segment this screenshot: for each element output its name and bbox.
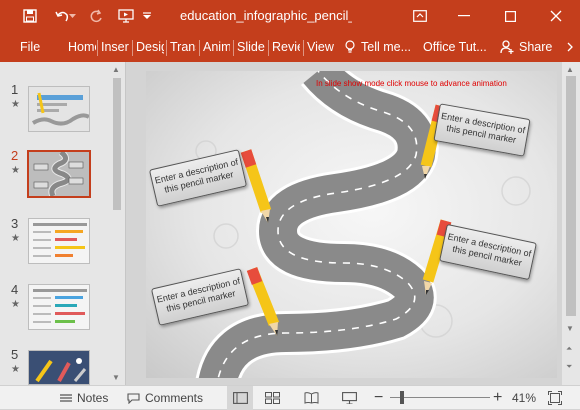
share-person-icon (500, 40, 514, 54)
zoom-slider-thumb[interactable] (400, 391, 404, 404)
comments-button[interactable]: Comments (127, 386, 203, 410)
scroll-up-arrow-icon[interactable]: ▲ (112, 65, 120, 74)
animation-star-icon: ★ (11, 233, 20, 244)
scroll-up-arrow-icon[interactable]: ▲ (566, 65, 574, 74)
animation-star-icon: ★ (11, 299, 20, 310)
comment-icon (127, 392, 140, 404)
slide-thumbnail-5[interactable] (28, 350, 90, 385)
ribbon-tabs: File Home Insert Design Transitions Anim… (0, 32, 580, 62)
tab-insert[interactable]: Insert (101, 32, 129, 62)
pencil-marker-icon (240, 149, 272, 223)
lightbulb-icon (345, 40, 355, 53)
slide-show-hint: In slide show mode click mouse to advanc… (316, 79, 507, 88)
minimize-icon[interactable] (444, 0, 484, 32)
slide-vertical-scrollbar[interactable]: ▲ ▼ ⏶ ⏷ (562, 62, 580, 385)
tell-me-box[interactable]: Tell me... (345, 32, 411, 62)
tell-me-label: Tell me... (361, 40, 412, 54)
tab-transitions[interactable]: Transitions (170, 32, 196, 62)
zoom-in-icon[interactable]: + (493, 386, 502, 410)
slides-panel-scrollbar[interactable]: ▲ ▼ (110, 62, 124, 385)
animation-star-icon: ★ (11, 165, 20, 176)
redo-icon[interactable] (82, 0, 110, 32)
current-slide[interactable]: In slide show mode click mouse to advanc… (146, 71, 557, 378)
comments-label: Comments (145, 391, 204, 405)
window-title: education_infographic_pencil_18995.pptx … (180, 8, 352, 23)
zoom-slider[interactable] (390, 386, 490, 410)
reading-view-icon[interactable] (304, 386, 319, 410)
notes-label: Notes (77, 391, 109, 405)
tab-view[interactable]: View (307, 32, 337, 62)
tab-slide-show[interactable]: Slide Show (237, 32, 265, 62)
slides-panel: 1 ★ 2 ★ 3 ★ 4 ★ 5 ★ ▲ ▼ (0, 62, 126, 385)
tab-home[interactable]: Home (68, 32, 96, 62)
slide-thumbnail-2[interactable] (27, 150, 91, 198)
slide-number-3: 3 (11, 216, 19, 231)
notes-icon (60, 394, 72, 402)
notes-button[interactable]: Notes (60, 386, 108, 410)
slide-number-1: 1 (11, 82, 19, 97)
zoom-level[interactable]: 41% (512, 386, 536, 410)
title-bar: education_infographic_pencil_18995.pptx … (0, 0, 580, 32)
slide-thumbnail-1[interactable] (28, 86, 90, 132)
ribbon-expand-icon[interactable] (566, 32, 574, 62)
tab-file[interactable]: File (20, 32, 40, 62)
previous-slide-icon[interactable]: ⏶ (566, 344, 572, 354)
fit-slide-to-window-icon[interactable] (548, 386, 562, 410)
tab-design[interactable]: Design (136, 32, 164, 62)
customize-toolbar-icon[interactable] (138, 0, 156, 32)
scrollbar-thumb[interactable] (113, 78, 121, 210)
tab-animations[interactable]: Animations (203, 32, 230, 62)
animation-star-icon: ★ (11, 364, 20, 375)
slide-number-5: 5 (11, 347, 19, 362)
slide-number-2: 2 (11, 148, 19, 163)
animation-star-icon: ★ (11, 99, 20, 110)
slide-sorter-icon[interactable] (265, 386, 280, 410)
normal-view-icon[interactable] (227, 386, 253, 410)
share-button[interactable]: Share (500, 32, 552, 62)
scroll-down-arrow-icon[interactable]: ▼ (112, 373, 120, 382)
slide-number-4: 4 (11, 282, 19, 297)
maximize-icon[interactable] (490, 0, 530, 32)
status-bar: Notes Comments − + 41% (0, 385, 580, 410)
undo-dropdown-icon[interactable] (66, 0, 78, 32)
slide-thumbnail-4[interactable] (28, 284, 90, 330)
start-from-beginning-icon[interactable] (112, 0, 140, 32)
close-icon[interactable] (536, 0, 576, 32)
slide-thumbnail-3[interactable] (28, 218, 90, 264)
ribbon-display-options-icon[interactable] (400, 0, 440, 32)
slide-show-view-icon[interactable] (342, 386, 357, 410)
slide-editing-area: In slide show mode click mouse to advanc… (127, 62, 580, 385)
tab-review[interactable]: Review (272, 32, 300, 62)
scrollbar-thumb[interactable] (566, 76, 576, 316)
next-slide-icon[interactable]: ⏷ (566, 362, 572, 372)
share-label: Share (519, 40, 553, 54)
scroll-down-arrow-icon[interactable]: ▼ (566, 324, 574, 333)
save-icon[interactable] (16, 0, 44, 32)
zoom-out-icon[interactable]: − (374, 386, 383, 410)
office-tut-account[interactable]: Office Tut... (423, 32, 487, 62)
